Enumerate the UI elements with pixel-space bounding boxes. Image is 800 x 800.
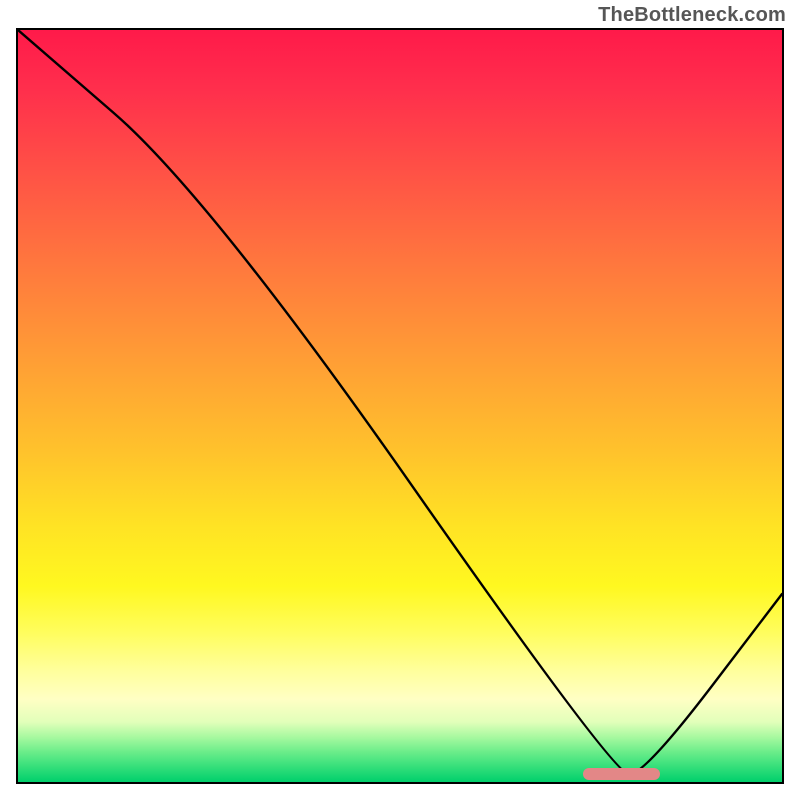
attribution-label: TheBottleneck.com [598, 4, 786, 27]
chart-container: TheBottleneck.com [0, 0, 800, 800]
bottleneck-curve [18, 30, 782, 782]
plot-area [16, 28, 784, 784]
optimal-range-marker [583, 768, 659, 780]
